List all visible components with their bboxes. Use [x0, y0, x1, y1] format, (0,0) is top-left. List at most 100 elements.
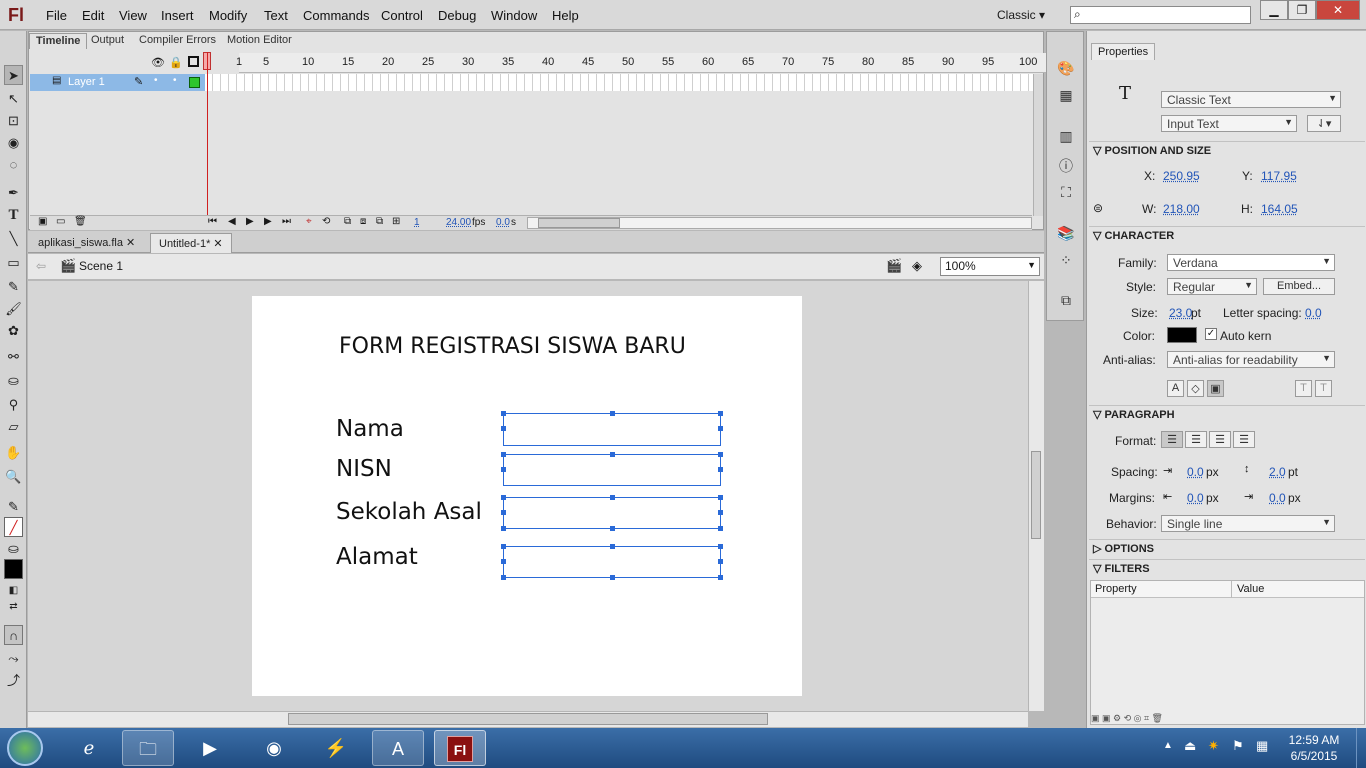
- components-panel-icon[interactable]: ⧉: [1056, 292, 1076, 310]
- anti-alias-select[interactable]: Anti-alias for readability: [1167, 351, 1335, 368]
- menu-file[interactable]: File: [46, 8, 67, 23]
- stage-area[interactable]: FORM REGISTRASI SISWA BARU Nama NISN Sek…: [28, 281, 1028, 711]
- menu-debug[interactable]: Debug: [438, 8, 476, 23]
- orientation-icon[interactable]: ⇃▾: [1307, 115, 1341, 132]
- text-tool-icon[interactable]: T: [4, 205, 23, 225]
- hand-tool-icon[interactable]: ✋: [4, 443, 23, 463]
- current-frame-value[interactable]: 1: [414, 217, 420, 228]
- label-nama[interactable]: Nama: [336, 416, 404, 442]
- zoom-tool-icon[interactable]: 🔍: [4, 467, 23, 487]
- font-family-select[interactable]: Verdana: [1167, 254, 1335, 271]
- eyedropper-tool-icon[interactable]: ⚲: [4, 395, 23, 415]
- usb-icon[interactable]: ⏏: [1184, 738, 1196, 754]
- line-spacing-value[interactable]: 2.0: [1269, 465, 1286, 479]
- h-value[interactable]: 164.05: [1261, 202, 1298, 216]
- show-hidden-icons-icon[interactable]: ▲: [1163, 740, 1173, 751]
- lasso-tool-icon[interactable]: ◌: [4, 155, 23, 175]
- menu-modify[interactable]: Modify: [209, 8, 247, 23]
- start-button[interactable]: [7, 730, 43, 766]
- free-transform-tool-icon[interactable]: ⊡: [4, 111, 23, 131]
- layer-row[interactable]: ▤ Layer 1 ✎ • •: [30, 74, 205, 91]
- chrome-icon[interactable]: ◉: [248, 730, 300, 766]
- frame-row[interactable]: [205, 74, 1033, 91]
- deco-tool-icon[interactable]: ✿: [4, 321, 23, 341]
- stroke-color-icon[interactable]: ✎: [4, 497, 23, 517]
- pen-tool-icon[interactable]: ✒: [4, 183, 23, 203]
- menu-window[interactable]: Window: [491, 8, 537, 23]
- paint-bucket-tool-icon[interactable]: ⛀: [4, 371, 23, 391]
- workspace-switcher[interactable]: Classic ▾: [997, 8, 1045, 22]
- right-margin-value[interactable]: 0.0: [1269, 491, 1286, 505]
- tab-aplikasi-siswa[interactable]: aplikasi_siswa.fla ✕: [30, 233, 143, 253]
- size-value[interactable]: 23.0: [1169, 306, 1192, 320]
- scroll-thumb[interactable]: [288, 713, 768, 725]
- step-back-icon[interactable]: ◀: [228, 216, 236, 227]
- input-field-nisn[interactable]: [501, 452, 723, 486]
- word-icon[interactable]: A: [372, 730, 424, 766]
- close-tab-icon[interactable]: ✕: [213, 238, 222, 250]
- swatches-panel-icon[interactable]: ▦: [1056, 87, 1076, 105]
- menu-text[interactable]: Text: [264, 8, 288, 23]
- back-arrow-icon[interactable]: ⇦: [36, 259, 46, 273]
- form-title[interactable]: FORM REGISTRASI SISWA BARU: [339, 334, 686, 359]
- section-position-size[interactable]: ▽ POSITION AND SIZE: [1089, 141, 1365, 159]
- y-value[interactable]: 117.95: [1261, 169, 1297, 183]
- frame-ruler[interactable]: 1 5 10 15 20 25 30 35 40 45 50 55 60 65 …: [236, 53, 1049, 73]
- menu-view[interactable]: View: [119, 8, 147, 23]
- new-layer-icon[interactable]: ▣: [38, 216, 47, 227]
- system-clock[interactable]: 12:59 AM 6/5/2015: [1278, 732, 1350, 764]
- add-filter-icon[interactable]: ▣ ▣ ⚙ ⟲ ◎ ⌗ 🗑: [1091, 713, 1163, 724]
- motion-presets-icon[interactable]: ⁘: [1056, 252, 1076, 270]
- menu-edit[interactable]: Edit: [82, 8, 104, 23]
- section-options[interactable]: ▷ OPTIONS: [1089, 539, 1365, 557]
- superscript-icon[interactable]: T: [1295, 380, 1312, 397]
- fill-color-icon[interactable]: ⛀: [4, 539, 23, 559]
- close-tab-icon[interactable]: ✕: [126, 237, 135, 249]
- section-character[interactable]: ▽ CHARACTER: [1089, 226, 1365, 244]
- color-panel-icon[interactable]: 🎨: [1056, 60, 1076, 78]
- label-sekolah-asal[interactable]: Sekolah Asal: [336, 499, 482, 525]
- tab-output[interactable]: Output: [85, 33, 130, 49]
- align-left-icon[interactable]: ☰: [1161, 431, 1183, 448]
- input-field-alamat[interactable]: [501, 544, 723, 580]
- tab-timeline[interactable]: Timeline: [29, 33, 88, 49]
- text-color-swatch[interactable]: [1167, 327, 1197, 343]
- library-panel-icon[interactable]: 📚: [1056, 225, 1076, 243]
- onion-outlines-icon[interactable]: ⧈: [360, 216, 366, 227]
- timeline-horizontal-scrollbar[interactable]: [527, 217, 1032, 229]
- file-explorer-icon[interactable]: 🗀: [122, 730, 174, 766]
- fill-color-swatch[interactable]: [4, 559, 23, 579]
- modify-markers-icon[interactable]: ⊞: [392, 216, 400, 227]
- network-icon[interactable]: ▦: [1256, 738, 1268, 754]
- delete-layer-icon[interactable]: 🗑: [74, 216, 87, 227]
- selection-tool-icon[interactable]: ➤: [4, 65, 23, 85]
- tab-properties[interactable]: Properties: [1091, 43, 1156, 60]
- subselection-tool-icon[interactable]: ↖: [4, 89, 23, 109]
- x-value[interactable]: 250.95: [1163, 169, 1200, 183]
- zoom-select[interactable]: 100% ▼: [940, 257, 1040, 276]
- no-color-swatch-icon[interactable]: ╱: [4, 517, 23, 537]
- 3d-rotation-tool-icon[interactable]: ◉: [4, 133, 23, 153]
- menu-insert[interactable]: Insert: [161, 8, 194, 23]
- loop-icon[interactable]: ⟲: [322, 216, 330, 227]
- align-right-icon[interactable]: ☰: [1209, 431, 1231, 448]
- eye-icon[interactable]: 👁: [151, 56, 165, 69]
- last-frame-icon[interactable]: ⏭: [282, 216, 291, 227]
- winamp-icon[interactable]: ⚡: [310, 730, 362, 766]
- edit-multiple-frames-icon[interactable]: ⧉: [376, 216, 383, 227]
- render-html-icon[interactable]: ◇: [1187, 380, 1204, 397]
- info-panel-icon[interactable]: ⓘ: [1056, 156, 1076, 174]
- edit-symbols-icon[interactable]: ◈: [912, 258, 922, 274]
- eraser-tool-icon[interactable]: ▱: [4, 417, 23, 437]
- menu-commands[interactable]: Commands: [303, 8, 369, 23]
- w-value[interactable]: 218.00: [1163, 202, 1200, 216]
- text-engine-select[interactable]: Classic Text: [1161, 91, 1341, 108]
- text-type-select[interactable]: Input Text: [1161, 115, 1297, 132]
- minimize-button[interactable]: ▁: [1260, 0, 1288, 20]
- stage[interactable]: FORM REGISTRASI SISWA BARU Nama NISN Sek…: [252, 296, 802, 696]
- stage-horizontal-scrollbar[interactable]: [28, 711, 1028, 727]
- scroll-thumb[interactable]: [1031, 451, 1041, 539]
- section-paragraph[interactable]: ▽ PARAGRAPH: [1089, 405, 1365, 423]
- media-player-icon[interactable]: ▶: [184, 730, 236, 766]
- align-center-icon[interactable]: ☰: [1185, 431, 1207, 448]
